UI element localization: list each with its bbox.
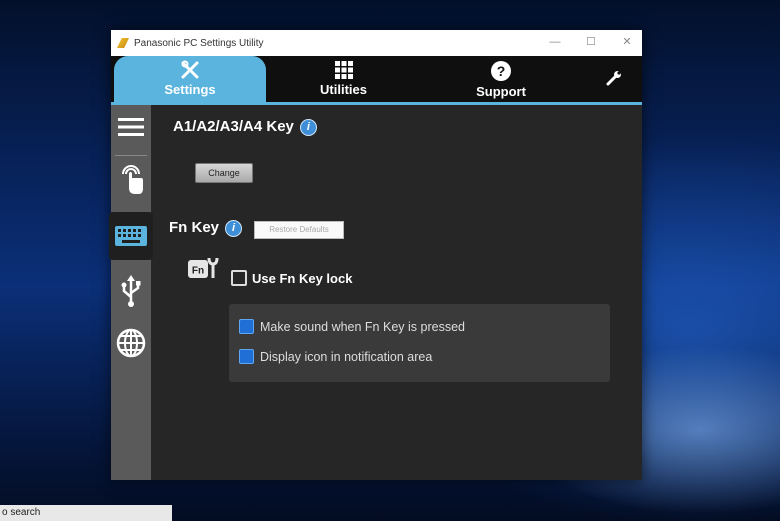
change-button[interactable]: Change (195, 163, 253, 183)
fn-options-panel: Make sound when Fn Key is pressed Displa… (229, 304, 610, 382)
grid-icon (334, 61, 353, 79)
window-controls: — ☐ ✕ (548, 35, 634, 49)
keyboard-icon (115, 226, 147, 246)
fn-key-title: Fn Key (169, 219, 220, 236)
notification-option-row[interactable]: Display icon in notification area (239, 349, 432, 364)
restore-defaults-button[interactable]: Restore Defaults (254, 221, 344, 239)
tab-settings-label: Settings (164, 82, 216, 97)
sidebar (109, 105, 153, 480)
sound-option-label: Make sound when Fn Key is pressed (260, 319, 465, 334)
sidebar-item-touch[interactable] (116, 160, 146, 196)
sound-option-row[interactable]: Make sound when Fn Key is pressed (239, 319, 465, 334)
settings-content: A1/A2/A3/A4 Key i Change Fn Key i Restore … (151, 105, 642, 480)
tab-support-label: Support (476, 84, 526, 99)
fn-key-icon: Fn (188, 257, 219, 278)
help-icon: ? (491, 61, 511, 81)
tab-bar: Settings Utilities ? Support (111, 56, 642, 102)
menu-icon (118, 118, 144, 136)
tab-support[interactable]: ? Support (441, 56, 561, 102)
sidebar-menu[interactable] (116, 109, 146, 145)
fn-key-icon-text: Fn (192, 266, 204, 277)
svg-text:?: ? (497, 63, 506, 79)
minimize-button[interactable]: — (548, 35, 562, 49)
fn-key-heading: Fn Key i (169, 219, 243, 237)
close-button[interactable]: ✕ (620, 35, 634, 49)
notification-option-checkbox[interactable] (239, 349, 254, 364)
tools-icon (181, 60, 199, 79)
usb-icon (121, 275, 141, 307)
tab-settings[interactable]: Settings (114, 56, 266, 102)
sound-option-checkbox[interactable] (239, 319, 254, 334)
app-window: Panasonic PC Settings Utility — ☐ ✕ Sett… (109, 30, 642, 480)
window-title: Panasonic PC Settings Utility (134, 37, 264, 49)
use-fn-lock-row[interactable]: Use Fn Key lock (231, 270, 352, 286)
sidebar-item-keyboard[interactable] (109, 212, 153, 260)
touch-icon (122, 165, 143, 194)
sidebar-item-language[interactable] (116, 325, 146, 361)
tab-utilities-label: Utilities (320, 82, 367, 97)
use-fn-lock-checkbox[interactable] (231, 270, 247, 286)
fn-key-info-icon[interactable]: i (225, 220, 243, 237)
sidebar-divider (115, 155, 147, 156)
a-keys-title: A1/A2/A3/A4 Key (173, 118, 294, 135)
globe-icon (116, 328, 146, 358)
sidebar-item-usb[interactable] (116, 273, 146, 309)
taskbar-search[interactable]: o search (0, 505, 172, 521)
tab-advanced[interactable] (599, 56, 629, 102)
title-bar: Panasonic PC Settings Utility — ☐ ✕ (111, 30, 642, 56)
a-keys-heading: A1/A2/A3/A4 Key i (173, 118, 317, 136)
tab-utilities[interactable]: Utilities (281, 56, 406, 102)
wrench-icon (606, 71, 621, 86)
panasonic-logo-icon (117, 38, 129, 48)
use-fn-lock-label: Use Fn Key lock (252, 270, 353, 286)
a-keys-info-icon[interactable]: i (299, 119, 317, 136)
notification-option-label: Display icon in notification area (260, 349, 433, 364)
maximize-button[interactable]: ☐ (584, 35, 598, 49)
